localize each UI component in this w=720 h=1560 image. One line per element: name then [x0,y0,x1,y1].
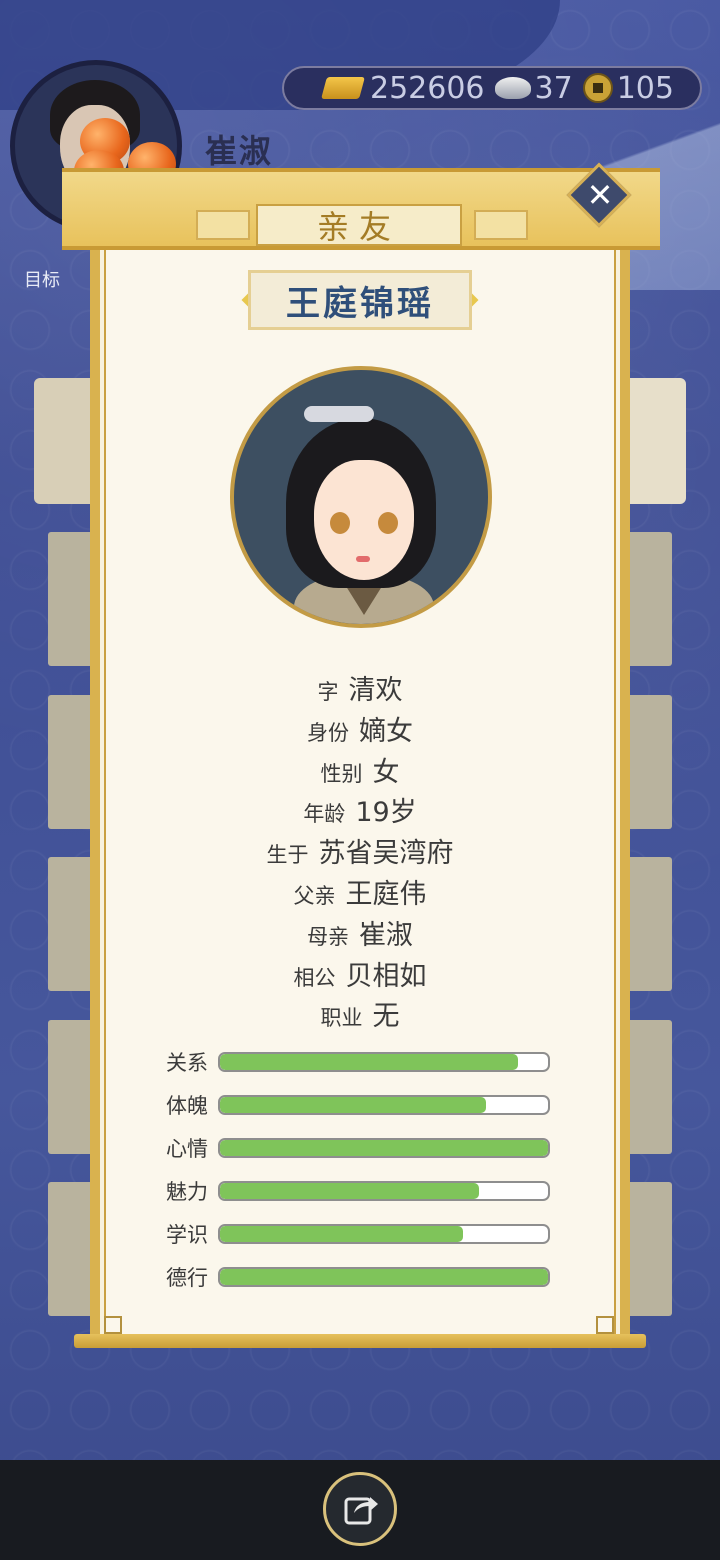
profile-value: 贝相如 [345,960,427,992]
goal-label[interactable]: 目标 [24,266,60,292]
stat-label: 学识 [166,1222,208,1247]
stat-row: 魅力 [166,1169,556,1212]
stat-bar [218,1094,550,1115]
gold-ingot-icon [321,77,365,99]
coin-amount: 105 [616,70,674,106]
stat-row: 德行 [166,1255,556,1298]
scroll-bottom-rod [74,1334,646,1348]
resource-bar: 252606 37 105 [282,66,702,110]
profile-value: 女 [372,756,400,788]
profile-row: 职业无 [104,994,616,1035]
profile-key: 父亲 [293,883,336,908]
profile-row: 身份 嫡女 [104,709,616,750]
stat-fill [220,1268,548,1285]
stat-label: 魅力 [166,1179,208,1204]
close-icon[interactable]: ✕ [582,176,618,214]
share-icon [344,1497,378,1525]
profile-row: 相公 贝相如 [104,954,616,995]
silver-amount: 37 [534,70,573,106]
portrait-face [314,460,414,580]
profile-row: 生于 苏省吴湾府 [104,831,616,872]
stat-label: 体魄 [166,1093,208,1118]
profile-key: 母亲 [307,924,349,949]
profile-row: 性别女 [104,750,616,791]
panel-title: 亲友 [256,204,462,246]
stat-row: 心情 [166,1126,556,1169]
corner-ornament [104,1316,122,1334]
profile-row: 母亲 崔淑 [104,913,616,954]
gold-amount: 252606 [370,70,485,106]
stat-bar [218,1180,550,1201]
profile-key: 年龄 [303,802,346,827]
profile-info: 字清欢 身份 嫡女 性别女 年龄 19岁 生于 苏省吴湾府 父亲 王庭伟 母亲 崔淑 相公… [104,668,616,1035]
stat-bar [218,1137,550,1158]
header-slot [196,210,250,240]
portrait-eye [378,512,398,534]
stat-label: 心情 [166,1136,208,1161]
stats-list: 关系 体魄 心情 魅力 学识 德行 [166,1040,556,1298]
profile-key: 字 [317,680,339,704]
profile-key: 身份 [307,720,349,745]
profile-value: 苏省吴湾府 [318,838,454,870]
corner-ornament [596,1316,614,1334]
stat-fill [220,1139,548,1156]
profile-value: 无 [372,1001,400,1033]
stat-fill [220,1053,519,1070]
hairpin-ornament [304,406,374,422]
stat-bar [218,1051,550,1072]
profile-key: 职业 [320,1006,363,1031]
stat-fill [220,1182,480,1199]
silver-ingot-icon [494,77,531,99]
profile-row: 字清欢 [104,668,616,709]
stat-label: 关系 [166,1050,208,1075]
profile-value: 王庭伟 [345,878,427,910]
profile-row: 父亲 王庭伟 [104,872,616,913]
stat-row: 学识 [166,1212,556,1255]
profile-key: 生于 [266,843,309,868]
stat-row: 体魄 [166,1083,556,1126]
stat-row: 关系 [166,1040,556,1083]
profile-value: 19岁 [355,797,417,829]
profile-row: 年龄 19岁 [104,790,616,831]
header-slot [474,210,528,240]
profile-value: 清欢 [348,675,403,706]
stat-bar [218,1266,550,1287]
profile-key: 性别 [320,761,363,786]
portrait-mouth [356,556,370,562]
panel-header: 亲友 [62,168,660,250]
profile-key: 相公 [293,965,336,990]
character-portrait [230,366,492,628]
stat-bar [218,1223,550,1244]
profile-value: 嫡女 [359,715,413,747]
character-name: 王庭锦瑶 [248,270,472,330]
portrait-eye [330,512,350,534]
copper-coin-icon [582,73,613,103]
stat-fill [220,1225,463,1242]
stat-label: 德行 [166,1265,208,1290]
share-button[interactable] [323,1472,397,1546]
player-name: 崔淑 [205,132,274,170]
stat-fill [220,1096,486,1113]
profile-value: 崔淑 [359,919,413,951]
